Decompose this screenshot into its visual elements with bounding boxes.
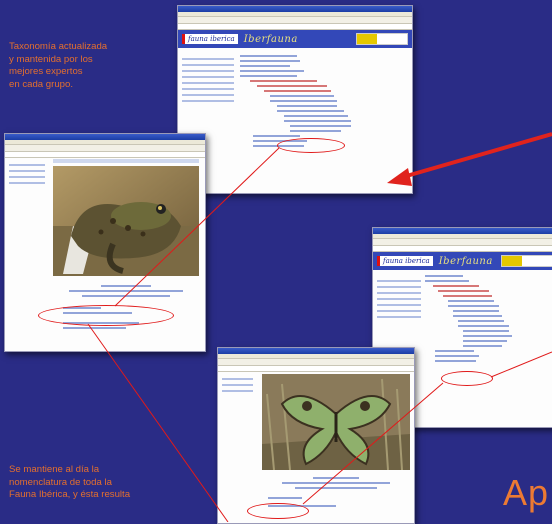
- red-arrow-head: [387, 168, 412, 186]
- red-arrow-shaft: [402, 132, 552, 179]
- connector-line: [302, 382, 444, 505]
- connector-line: [490, 351, 552, 378]
- connector-line: [114, 147, 280, 307]
- connector-overlay: [87, 132, 552, 522]
- connector-line: [87, 323, 229, 522]
